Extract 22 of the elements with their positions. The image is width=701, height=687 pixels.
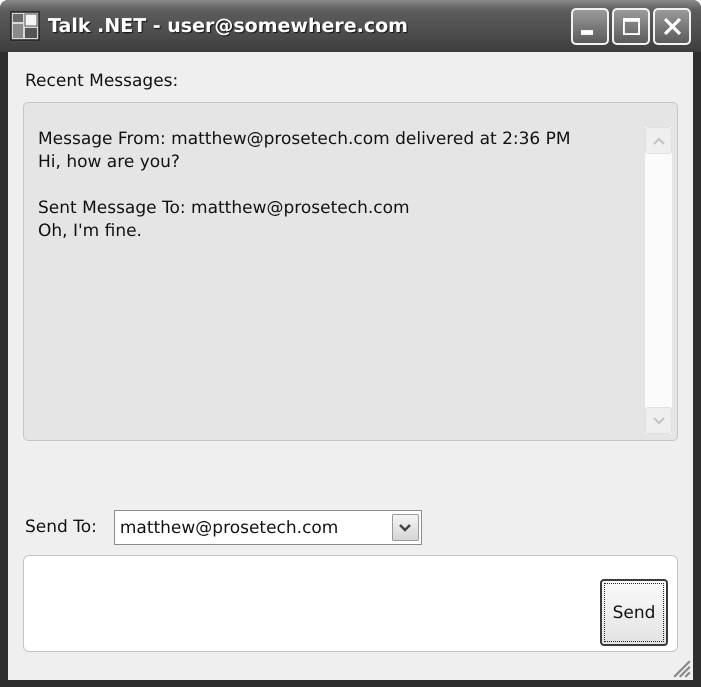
dropdown-button[interactable]: [392, 514, 419, 541]
close-button[interactable]: [653, 8, 691, 44]
recipient-dropdown[interactable]: matthew@prosetech.com: [114, 510, 422, 545]
minimize-icon: [581, 30, 593, 34]
maximize-button[interactable]: [612, 8, 650, 44]
caret-down-icon: [652, 416, 664, 424]
maximize-icon: [622, 18, 640, 34]
message-header: Message From: matthew@prosetech.com delivered at 2:36 PM: [38, 128, 571, 151]
resize-grip-icon[interactable]: [673, 660, 691, 678]
send-to-label: Send To:: [25, 517, 97, 538]
send-button[interactable]: Send: [600, 579, 668, 646]
message-header: Sent Message To: matthew@prosetech.com: [38, 197, 410, 220]
window-grid-icon: [10, 11, 40, 41]
caret-up-icon: [652, 136, 664, 144]
recent-messages-label: Recent Messages:: [25, 71, 178, 92]
close-icon: [664, 18, 680, 34]
message-text: Oh, I'm fine.: [38, 220, 142, 243]
caret-down-icon: [399, 524, 412, 532]
minimize-button[interactable]: [571, 8, 609, 44]
window-title: Talk .NET - user@somewhere.com: [48, 15, 408, 37]
message-input[interactable]: [23, 555, 678, 652]
message-text: Hi, how are you?: [38, 151, 180, 174]
